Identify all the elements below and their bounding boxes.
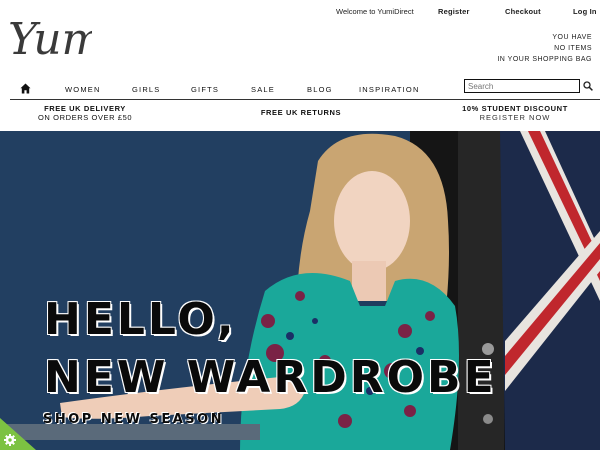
bag-line-2: NO ITEMS bbox=[554, 45, 592, 52]
search-icon[interactable] bbox=[583, 81, 593, 91]
register-now-link[interactable]: REGISTER NOW bbox=[460, 113, 570, 122]
nav-girls[interactable]: GIRLS bbox=[132, 85, 161, 94]
promo-returns[interactable]: FREE UK RETURNS bbox=[258, 108, 344, 117]
nav-blog[interactable]: BLOG bbox=[307, 85, 333, 94]
nav-women[interactable]: WOMEN bbox=[65, 85, 101, 94]
hero-headline-line-2: NEW WARDROBE bbox=[44, 352, 497, 403]
checkout-link[interactable]: Checkout bbox=[505, 7, 541, 16]
nav-inspiration[interactable]: INSPIRATION bbox=[359, 85, 420, 94]
logo-mark: Yumi bbox=[8, 14, 92, 65]
hero-headline-line-1: HELLO, bbox=[44, 294, 237, 345]
gear-icon bbox=[4, 434, 16, 446]
nav-gifts[interactable]: GIFTS bbox=[191, 85, 219, 94]
promo-delivery-sub: ON ORDERS OVER £50 bbox=[38, 113, 133, 122]
promo-student-title: 10% STUDENT DISCOUNT bbox=[462, 104, 568, 113]
home-icon[interactable] bbox=[20, 83, 31, 94]
bag-line-1: YOU HAVE bbox=[552, 34, 592, 41]
settings-tab[interactable] bbox=[0, 418, 36, 450]
bag-line-3: IN YOUR SHOPPING BAG bbox=[497, 56, 592, 63]
login-link[interactable]: Log In bbox=[573, 7, 597, 16]
search-input[interactable] bbox=[464, 79, 580, 93]
promo-student[interactable]: 10% STUDENT DISCOUNT REGISTER NOW bbox=[460, 104, 570, 122]
logo-text: Yumi bbox=[8, 14, 92, 65]
promo-delivery[interactable]: FREE UK DELIVERY ON ORDERS OVER £50 bbox=[38, 104, 132, 122]
nav-sale[interactable]: SALE bbox=[251, 85, 275, 94]
brand-logo[interactable]: Yumi bbox=[6, 8, 92, 74]
register-link[interactable]: Register bbox=[438, 7, 470, 16]
nav-divider bbox=[10, 99, 600, 100]
welcome-message: Welcome to YumiDirect bbox=[336, 7, 414, 16]
shop-new-season-link[interactable]: SHOP NEW SEASON bbox=[43, 412, 224, 427]
promo-delivery-title: FREE UK DELIVERY bbox=[44, 104, 126, 113]
shopping-bag-summary[interactable]: YOU HAVE NO ITEMS IN YOUR SHOPPING BAG bbox=[497, 32, 592, 65]
